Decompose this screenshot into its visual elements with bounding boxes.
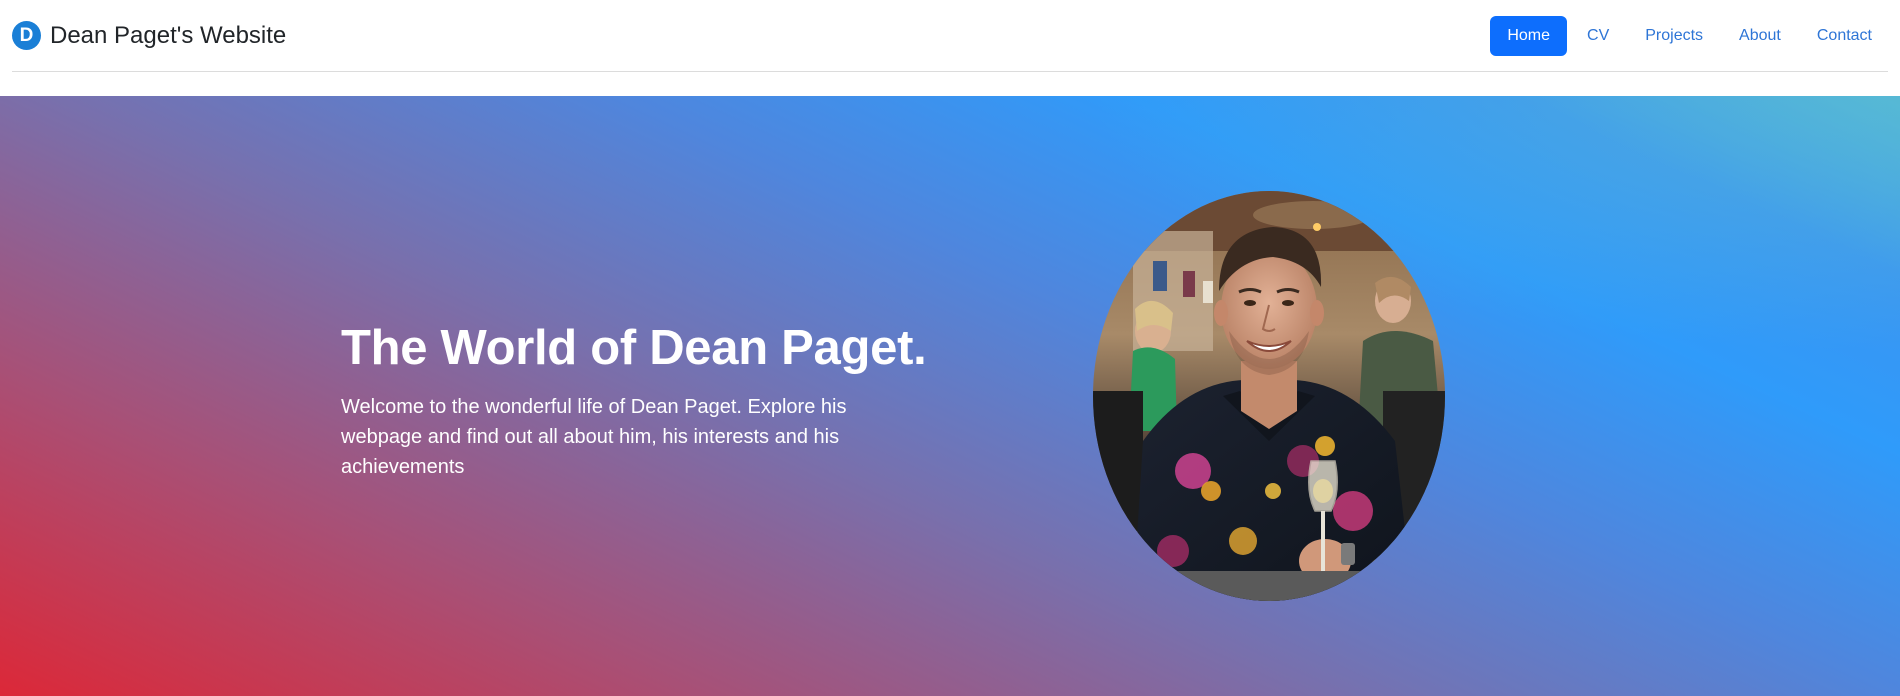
nav-item-home[interactable]: Home (1490, 16, 1568, 56)
hero-title: The World of Dean Paget. (341, 321, 927, 375)
brand-logo-icon: D (12, 21, 41, 50)
hero-subtitle: Welcome to the wonderful life of Dean Pa… (341, 395, 847, 478)
hero-text: The World of Dean Paget. Welcome to the … (341, 321, 961, 482)
nav-item-projects[interactable]: Projects (1629, 16, 1719, 56)
profile-photo-icon (1093, 191, 1445, 601)
navbar-container: D Dean Paget's Website Home CV Projects … (12, 0, 1888, 72)
nav-item-contact[interactable]: Contact (1801, 16, 1888, 56)
profile-photo (1093, 191, 1445, 601)
nav-item-about[interactable]: About (1723, 16, 1797, 56)
brand-link[interactable]: D Dean Paget's Website (12, 21, 286, 50)
hero-section: The World of Dean Paget. Welcome to the … (0, 96, 1900, 696)
nav-menu: Home CV Projects About Contact (1486, 16, 1888, 56)
navbar: D Dean Paget's Website Home CV Projects … (0, 0, 1900, 96)
brand-name: Dean Paget's Website (50, 21, 287, 49)
nav-item-cv[interactable]: CV (1571, 16, 1625, 56)
